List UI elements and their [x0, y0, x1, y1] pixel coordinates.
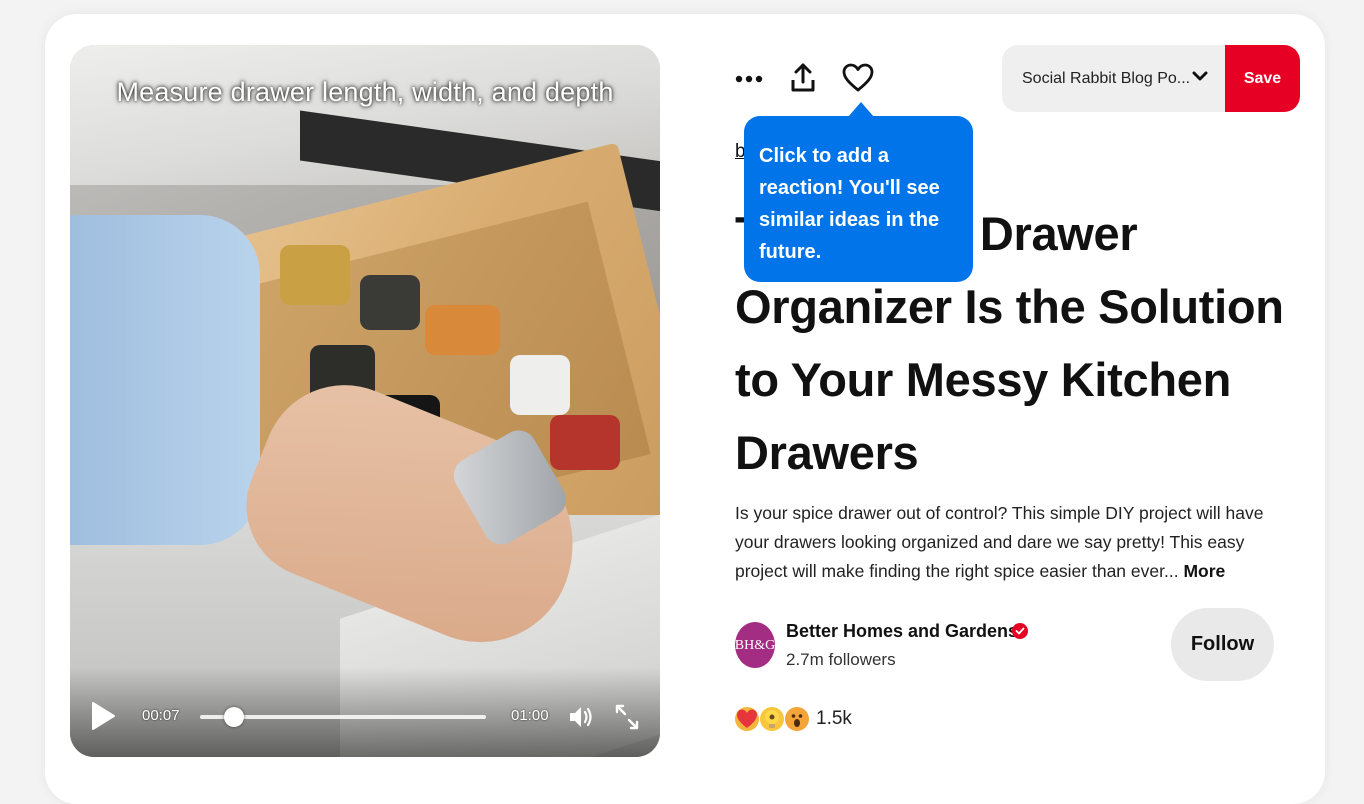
reaction-count: 1.5k [816, 708, 852, 729]
heart-eyes-icon [735, 707, 759, 731]
reactions-summary[interactable]: 1.5k [735, 705, 852, 733]
pin-video[interactable]: Measure drawer length, width, and depth … [70, 45, 660, 757]
more-dots-icon[interactable] [733, 63, 765, 95]
author-name[interactable]: Better Homes and Gardens [786, 621, 1018, 642]
duration-time: 01:00 [511, 707, 549, 724]
board-select-dropdown[interactable]: Social Rabbit Blog Po... [1002, 45, 1226, 112]
verified-badge-icon [1012, 623, 1028, 639]
heart-icon[interactable] [842, 62, 874, 94]
spice-jar [550, 415, 620, 470]
pin-description: Is your spice drawer out of control? Thi… [735, 499, 1275, 586]
more-link[interactable]: More [1183, 561, 1225, 581]
share-icon[interactable] [787, 62, 819, 94]
play-icon[interactable] [90, 701, 116, 731]
spice-jar [425, 305, 500, 355]
arm-image [70, 215, 260, 545]
chevron-down-icon [1192, 69, 1208, 88]
spice-jar [360, 275, 420, 330]
avatar[interactable]: BH&G [735, 622, 775, 668]
spice-jar [510, 355, 570, 415]
current-time: 00:07 [142, 707, 180, 724]
fullscreen-icon[interactable] [614, 703, 640, 731]
lightbulb-icon [760, 707, 784, 731]
reaction-tooltip: Click to add a reaction! You'll see simi… [744, 116, 973, 282]
video-caption: Measure drawer length, width, and depth [116, 77, 614, 107]
tooltip-arrow [848, 102, 874, 117]
follow-button[interactable]: Follow [1171, 608, 1274, 681]
spice-jar [280, 245, 350, 305]
save-button[interactable]: Save [1225, 45, 1300, 112]
board-select-label: Social Rabbit Blog Po... [1022, 69, 1191, 87]
tooltip-text: Click to add a reaction! You'll see simi… [759, 145, 940, 263]
follower-count: 2.7m followers [786, 650, 896, 669]
volume-icon[interactable] [567, 703, 595, 731]
wow-face-icon [785, 707, 809, 731]
